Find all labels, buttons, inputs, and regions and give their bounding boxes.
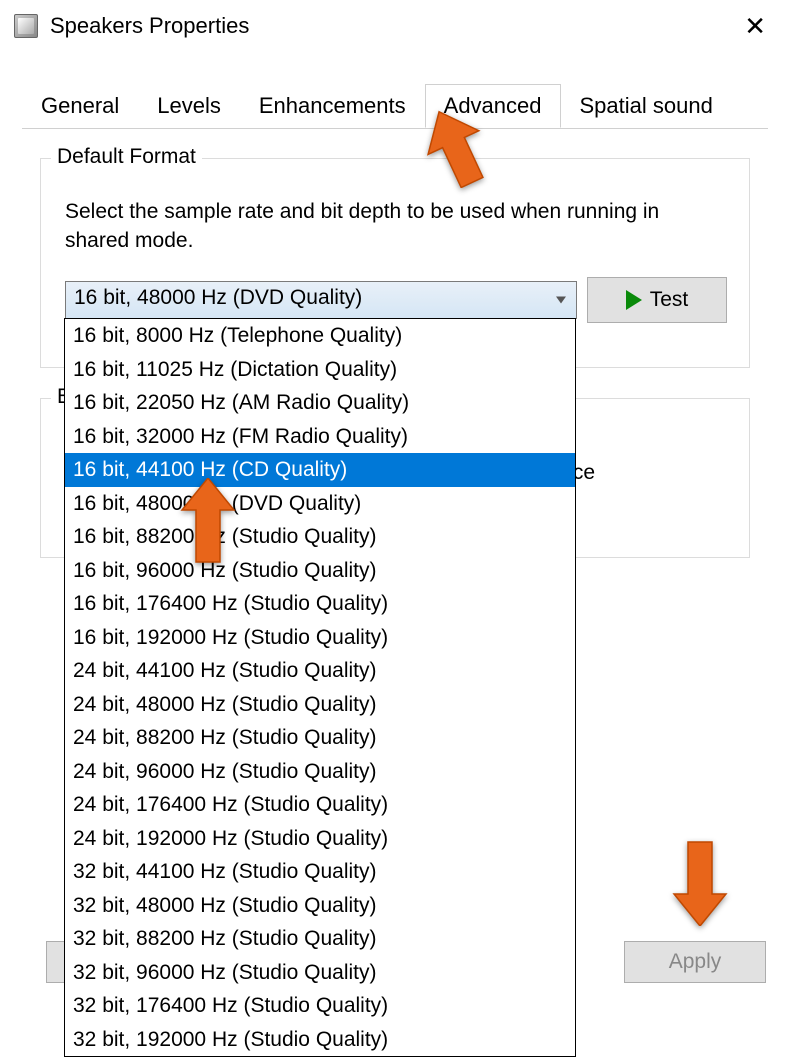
- format-option[interactable]: 16 bit, 22050 Hz (AM Radio Quality): [65, 386, 575, 420]
- tab-general[interactable]: General: [22, 84, 138, 128]
- format-option[interactable]: 24 bit, 48000 Hz (Studio Quality): [65, 688, 575, 722]
- tab-spatial-sound[interactable]: Spatial sound: [561, 84, 732, 128]
- format-option[interactable]: 16 bit, 96000 Hz (Studio Quality): [65, 554, 575, 588]
- format-option[interactable]: 24 bit, 192000 Hz (Studio Quality): [65, 822, 575, 856]
- speaker-icon: [14, 14, 38, 38]
- window-title: Speakers Properties: [50, 13, 249, 39]
- annotation-arrow-apply: [672, 840, 728, 926]
- titlebar: Speakers Properties ✕: [0, 0, 790, 52]
- format-option[interactable]: 16 bit, 8000 Hz (Telephone Quality): [65, 319, 575, 353]
- tab-strip: General Levels Enhancements Advanced Spa…: [22, 84, 790, 128]
- format-option[interactable]: 16 bit, 11025 Hz (Dictation Quality): [65, 353, 575, 387]
- test-button[interactable]: Test: [587, 277, 727, 323]
- format-option[interactable]: 32 bit, 48000 Hz (Studio Quality): [65, 889, 575, 923]
- annotation-arrow-tab: [426, 108, 486, 188]
- format-option[interactable]: 32 bit, 96000 Hz (Studio Quality): [65, 956, 575, 990]
- format-dropdown-list[interactable]: 16 bit, 8000 Hz (Telephone Quality)16 bi…: [64, 318, 576, 1057]
- tab-enhancements[interactable]: Enhancements: [240, 84, 425, 128]
- apply-button[interactable]: Apply: [624, 941, 766, 983]
- format-option[interactable]: 32 bit, 44100 Hz (Studio Quality): [65, 855, 575, 889]
- format-option[interactable]: 24 bit, 176400 Hz (Studio Quality): [65, 788, 575, 822]
- format-selected-value: 16 bit, 48000 Hz (DVD Quality): [74, 286, 362, 309]
- format-option[interactable]: 16 bit, 176400 Hz (Studio Quality): [65, 587, 575, 621]
- format-dropdown[interactable]: 16 bit, 48000 Hz (DVD Quality): [65, 281, 577, 319]
- format-option[interactable]: 24 bit, 96000 Hz (Studio Quality): [65, 755, 575, 789]
- format-option[interactable]: 24 bit, 44100 Hz (Studio Quality): [65, 654, 575, 688]
- annotation-arrow-option: [180, 478, 236, 564]
- default-format-description: Select the sample rate and bit depth to …: [65, 197, 709, 256]
- close-button[interactable]: ✕: [736, 13, 774, 39]
- chevron-down-icon: [556, 297, 566, 304]
- format-option[interactable]: 16 bit, 192000 Hz (Studio Quality): [65, 621, 575, 655]
- default-format-label: Default Format: [51, 145, 202, 169]
- format-option[interactable]: 32 bit, 88200 Hz (Studio Quality): [65, 922, 575, 956]
- play-icon: [626, 290, 642, 310]
- format-option[interactable]: 24 bit, 88200 Hz (Studio Quality): [65, 721, 575, 755]
- format-option[interactable]: 16 bit, 88200 Hz (Studio Quality): [65, 520, 575, 554]
- tab-levels[interactable]: Levels: [138, 84, 240, 128]
- test-button-label: Test: [650, 288, 689, 312]
- format-option[interactable]: 16 bit, 48000 Hz (DVD Quality): [65, 487, 575, 521]
- format-option[interactable]: 32 bit, 192000 Hz (Studio Quality): [65, 1023, 575, 1057]
- format-option[interactable]: 16 bit, 44100 Hz (CD Quality): [65, 453, 575, 487]
- format-option[interactable]: 32 bit, 176400 Hz (Studio Quality): [65, 989, 575, 1023]
- format-option[interactable]: 16 bit, 32000 Hz (FM Radio Quality): [65, 420, 575, 454]
